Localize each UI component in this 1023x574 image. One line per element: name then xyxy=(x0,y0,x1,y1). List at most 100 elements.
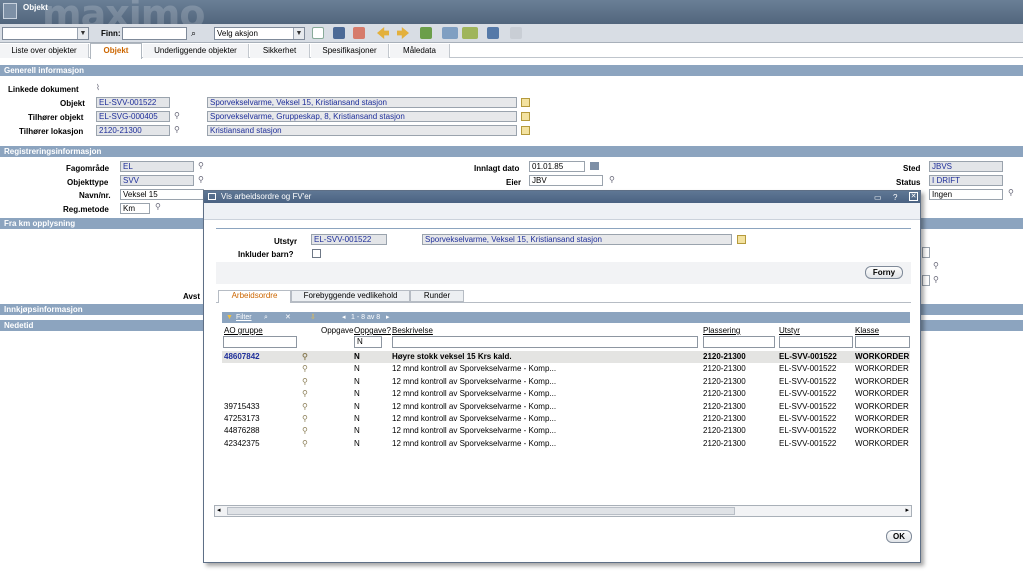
close-icon[interactable]: ✕ xyxy=(909,192,918,201)
navn-field[interactable]: Veksel 15 xyxy=(120,189,204,200)
filter-utstyr-input[interactable] xyxy=(779,336,853,348)
fagomrade-field[interactable]: EL xyxy=(120,161,194,172)
tab-forebyggende-vedlikehold[interactable]: Forebyggende vedlikehold xyxy=(291,290,410,302)
status-field[interactable]: I DRIFT xyxy=(929,175,1003,186)
table-row[interactable]: ⚲ 48607842 N Høyre stokk veksel 15 Krs kald… xyxy=(222,351,910,363)
tab-sikkerhet[interactable]: Sikkerhet xyxy=(250,44,310,58)
regmetode-field[interactable]: Km xyxy=(120,203,150,214)
tab-objekt[interactable]: Objekt xyxy=(90,43,142,59)
detail-menu-icon[interactable]: ⚲ xyxy=(302,425,308,437)
calendar-icon[interactable] xyxy=(590,162,599,170)
binoculars-icon[interactable]: ⌕ xyxy=(191,28,196,39)
filter-beskrivelse-input[interactable] xyxy=(392,336,698,348)
filter-ao-input[interactable] xyxy=(223,336,297,348)
scroll-thumb[interactable] xyxy=(227,507,735,515)
filter-klasse-input[interactable] xyxy=(855,336,910,348)
tab-liste-over-objekter[interactable]: Liste over objekter xyxy=(0,44,89,58)
action-select[interactable]: Velg aksjon ▼ xyxy=(214,27,305,40)
table-row[interactable]: ⚲ 39715433 N 12 mnd kontroll av Sporvekselv… xyxy=(222,401,910,413)
tilhorer-objekt-desc-field[interactable]: Sporvekselvarme, Gruppeskap, 8, Kristian… xyxy=(207,111,517,122)
detail-menu-icon[interactable]: ⚲ xyxy=(302,351,308,363)
refresh-button[interactable]: Forny xyxy=(865,266,903,279)
tilhorer-objekt-field[interactable]: EL-SVG-000405 xyxy=(96,111,170,122)
filter-oppgave2-input[interactable]: N xyxy=(354,336,382,348)
longdesc-icon[interactable] xyxy=(521,126,530,135)
col-oppgave2[interactable]: Oppgave? xyxy=(354,326,391,335)
binoculars-icon[interactable]: ⌕ xyxy=(264,312,268,323)
move-icon[interactable] xyxy=(442,27,458,39)
section-registrering[interactable]: Registreringsinformasjon xyxy=(0,146,1023,157)
search-icon[interactable]: ⚲ xyxy=(609,176,617,184)
filter-link[interactable]: Filter xyxy=(236,312,252,323)
detail-menu-icon[interactable]: ⚲ xyxy=(174,112,182,120)
detail-menu-icon[interactable]: ⚲ xyxy=(302,401,308,413)
detail-menu-icon[interactable]: ⚲ xyxy=(302,388,308,400)
save-icon[interactable] xyxy=(333,27,345,39)
utstyr-field[interactable]: EL-SVV-001522 xyxy=(311,234,387,245)
col-plassering[interactable]: Plassering xyxy=(703,326,740,335)
prev-page-icon[interactable]: ◂ xyxy=(342,312,346,323)
detail-menu-icon[interactable]: ⚲ xyxy=(302,438,308,450)
col-klasse[interactable]: Klasse xyxy=(855,326,879,335)
workflow-icon[interactable] xyxy=(420,27,432,39)
table-row[interactable]: ⚲ 44876288 N 12 mnd kontroll av Sporvekselv… xyxy=(222,425,910,437)
filter-icon[interactable]: ▼ xyxy=(226,312,233,323)
clear-icon[interactable] xyxy=(353,27,365,39)
innlagt-field[interactable]: 01.01.85 xyxy=(529,161,585,172)
objekt-desc-field[interactable]: Sporvekselvarme, Veksel 15, Kristiansand… xyxy=(207,97,517,108)
col-utstyr[interactable]: Utstyr xyxy=(779,326,800,335)
cell-ao[interactable]: 47253173 xyxy=(224,413,294,425)
query-select[interactable]: ▼ xyxy=(2,27,89,40)
section-generell[interactable]: Generell informasjon xyxy=(0,65,1023,76)
new-icon[interactable] xyxy=(312,27,324,39)
finn-input[interactable] xyxy=(122,27,187,40)
paperclip-icon[interactable]: ⌇ xyxy=(96,84,104,92)
filter-plassering-input[interactable] xyxy=(703,336,775,348)
table-row[interactable]: ⚲ N 12 mnd kontroll av Sporvekselvarme - K… xyxy=(222,388,910,400)
search-icon[interactable]: ⚲ xyxy=(198,162,206,170)
next-page-icon[interactable]: ▸ xyxy=(386,312,390,323)
table-row[interactable]: ⚲ 47253173 N 12 mnd kontroll av Sporvekselv… xyxy=(222,413,910,425)
search-icon[interactable]: ⚲ xyxy=(1008,189,1016,197)
utstyr-desc-field[interactable]: Sporvekselvarme, Veksel 15, Kristiansand… xyxy=(422,234,732,245)
detail-menu-icon[interactable]: ⚲ xyxy=(174,126,182,134)
horizontal-scrollbar[interactable]: ◂ ▸ xyxy=(214,505,912,517)
search-icon[interactable]: ⚲ xyxy=(933,262,941,270)
search-icon[interactable]: ⚲ xyxy=(155,203,163,211)
table-row[interactable]: ⚲ 42342375 N 12 mnd kontroll av Sporvekselv… xyxy=(222,438,910,450)
download-icon[interactable]: ⇩ xyxy=(310,312,316,323)
cell-ao[interactable]: 48607842 xyxy=(224,351,294,363)
longdesc-icon[interactable] xyxy=(521,98,530,107)
undo-icon[interactable] xyxy=(510,27,522,39)
clear-filter-icon[interactable]: ✕ xyxy=(285,312,291,323)
tab-spesifikasjoner[interactable]: Spesifikasjoner xyxy=(311,44,389,58)
inkluder-barn-checkbox[interactable] xyxy=(312,249,321,258)
swap-icon[interactable] xyxy=(462,27,478,39)
tab-underliggende-objekter[interactable]: Underliggende objekter xyxy=(143,44,249,58)
settings-icon[interactable] xyxy=(487,27,499,39)
col-beskrivelse[interactable]: Beskrivelse xyxy=(392,326,433,335)
partial-field[interactable] xyxy=(922,275,930,286)
scroll-right-icon[interactable]: ▸ xyxy=(905,506,909,514)
longdesc-icon[interactable] xyxy=(521,112,530,121)
cell-ao[interactable]: 39715433 xyxy=(224,401,294,413)
tab-runder[interactable]: Runder xyxy=(410,290,464,302)
ingen-field[interactable]: Ingen xyxy=(929,189,1003,200)
longdesc-icon[interactable] xyxy=(737,235,746,244)
eier-field[interactable]: JBV xyxy=(529,175,603,186)
cell-ao[interactable]: 42342375 xyxy=(224,438,294,450)
partial-field[interactable] xyxy=(922,247,930,258)
search-icon[interactable]: ⚲ xyxy=(198,176,206,184)
detail-menu-icon[interactable]: ⚲ xyxy=(302,376,308,388)
ok-button[interactable]: OK xyxy=(886,530,912,543)
table-row[interactable]: ⚲ N 12 mnd kontroll av Sporvekselvarme - K… xyxy=(222,376,910,388)
col-ao-gruppe[interactable]: AO gruppe xyxy=(224,326,263,335)
cell-ao[interactable]: 44876288 xyxy=(224,425,294,437)
tilhorer-lokasjon-desc-field[interactable]: Kristiansand stasjon xyxy=(207,125,517,136)
objekt-field[interactable]: EL-SVV-001522 xyxy=(96,97,170,108)
tab-maledata[interactable]: Måledata xyxy=(390,44,450,58)
detail-menu-icon[interactable]: ⚲ xyxy=(302,363,308,375)
objekttype-field[interactable]: SVV xyxy=(120,175,194,186)
sted-field[interactable]: JBVS xyxy=(929,161,1003,172)
tilhorer-lokasjon-field[interactable]: 2120-21300 xyxy=(96,125,170,136)
